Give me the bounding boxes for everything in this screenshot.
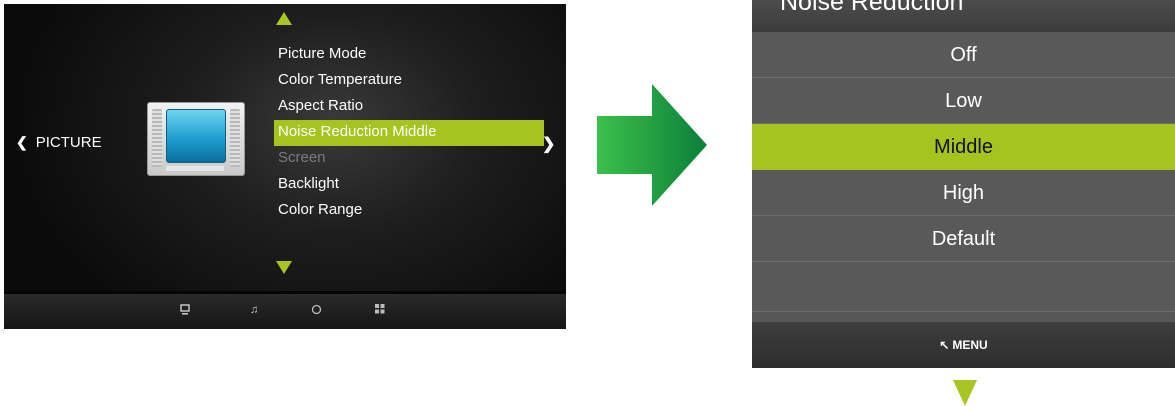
empty-option-slot (752, 262, 1175, 312)
menu-back-button[interactable]: ↖ MENU (752, 322, 1175, 368)
category-label: PICTURE (35, 134, 102, 151)
music-note-icon[interactable]: ♫ (250, 304, 258, 316)
back-arrow-icon: ↖ (939, 338, 950, 352)
menu-item-backlight[interactable]: Backlight (274, 172, 544, 198)
chevron-right-icon[interactable]: ❯ (542, 134, 555, 154)
tv-speaker-right (230, 109, 240, 167)
menu-label: MENU (952, 338, 988, 352)
menu-item-screen: Screen (278, 149, 326, 166)
option-low[interactable]: Low (752, 78, 1175, 124)
menu-item-color-range[interactable]: Color Range (274, 198, 544, 224)
tv-icon (147, 102, 245, 176)
option-high[interactable]: High (752, 170, 1175, 216)
tv-base (166, 166, 224, 171)
monitor-icon[interactable] (180, 304, 190, 318)
category-selector[interactable]: ❮ PICTURE (16, 134, 102, 151)
menu-item-color-temperature[interactable]: Color Temperature (274, 68, 544, 94)
noise-reduction-panel: Noise Reduction Off Low Middle High Defa… (752, 0, 1175, 368)
transition-arrow-icon (597, 84, 707, 206)
picture-menu-list: Picture Mode Color Temperature Aspect Ra… (274, 42, 544, 224)
panel-title-text: Noise Reduction (780, 0, 964, 16)
menu-item-picture-mode[interactable]: Picture Mode (274, 42, 544, 68)
tv-speaker-left (152, 109, 162, 167)
grid-icon[interactable] (375, 304, 385, 317)
panel-title: Noise Reduction (752, 0, 1175, 32)
tv-screen (166, 109, 226, 163)
scroll-up-arrow-icon[interactable] (276, 12, 292, 25)
option-middle[interactable]: Middle (752, 124, 1175, 170)
scroll-down-arrow-icon[interactable] (276, 261, 292, 274)
option-off[interactable]: Off (752, 32, 1175, 78)
panel-scroll-down-arrow-icon[interactable] (953, 380, 977, 406)
chevron-left-icon[interactable]: ❮ (16, 134, 28, 151)
menu-item-noise-reduction[interactable]: Noise Reduction Middle (274, 120, 544, 146)
picture-osd-menu: ❮ PICTURE Picture Mode Color Temperature… (4, 4, 566, 329)
osd-bottom-bar (4, 291, 566, 329)
option-default[interactable]: Default (752, 216, 1175, 262)
noise-reduction-options: Off Low Middle High Default (752, 32, 1175, 312)
clock-icon[interactable] (311, 304, 322, 318)
menu-item-aspect-ratio[interactable]: Aspect Ratio (274, 94, 544, 120)
